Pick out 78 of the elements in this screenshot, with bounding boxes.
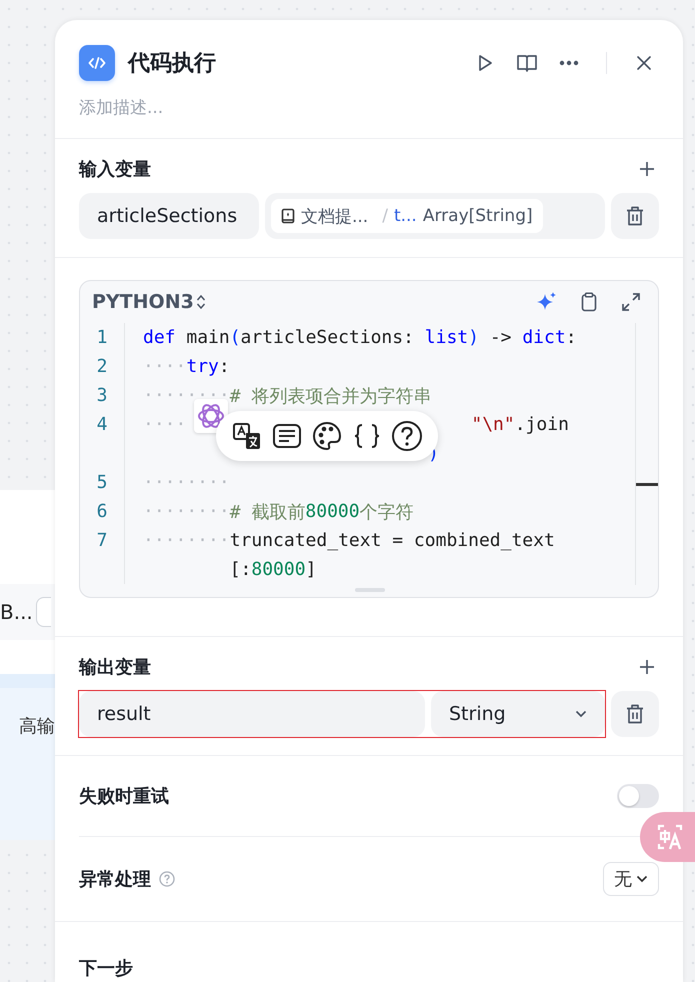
whitespace-marker: ···· bbox=[143, 356, 186, 378]
whitespace-marker: ········ bbox=[143, 530, 230, 552]
code-token: # 将列表项合并为字符串 bbox=[230, 384, 432, 408]
field-label: t... bbox=[394, 206, 417, 226]
variable-name-field[interactable]: result bbox=[79, 691, 425, 738]
section-title: 输出变量 bbox=[79, 656, 151, 680]
line-number: 5 bbox=[96, 472, 108, 494]
line-number: 4 bbox=[96, 414, 108, 436]
code-icon bbox=[79, 45, 115, 81]
path-separator: / bbox=[382, 206, 388, 226]
code-token: : bbox=[218, 356, 230, 378]
code-token: "\n" bbox=[471, 414, 515, 436]
node-text: 高输 bbox=[19, 715, 55, 739]
code-token: main bbox=[185, 327, 230, 348]
code-token: try bbox=[186, 356, 219, 378]
whitespace-marker: ········ bbox=[143, 501, 230, 522]
node-chip bbox=[36, 597, 51, 627]
code-token: 80000 bbox=[305, 501, 360, 522]
translate-icon bbox=[655, 822, 685, 852]
plus-icon bbox=[639, 659, 655, 676]
plus-icon bbox=[639, 161, 655, 178]
code-token: ] bbox=[306, 559, 316, 580]
code-token: : bbox=[566, 327, 577, 348]
line-number: 1 bbox=[96, 327, 108, 348]
line-number: 2 bbox=[96, 356, 108, 378]
trash-icon bbox=[626, 704, 644, 724]
help-icon bbox=[391, 420, 423, 452]
line-number: 7 bbox=[96, 530, 108, 552]
code-token: articleSections: bbox=[240, 327, 415, 348]
code-token: 个字符 bbox=[360, 500, 414, 524]
line-number: 6 bbox=[96, 501, 108, 522]
code-token: [: bbox=[230, 559, 252, 580]
code-token: dict bbox=[522, 327, 566, 348]
section-title: 输入变量 bbox=[79, 158, 151, 182]
document-icon bbox=[281, 208, 295, 224]
code-token: ) bbox=[468, 327, 479, 348]
translate-icon bbox=[232, 421, 262, 452]
chevron-down-icon bbox=[636, 874, 648, 883]
code-token: 80000 bbox=[251, 559, 306, 580]
type-label: Array[String] bbox=[422, 206, 533, 226]
help-icon bbox=[159, 870, 175, 887]
more-icon bbox=[559, 60, 579, 66]
language-selector[interactable]: PYTHON3 bbox=[92, 291, 194, 314]
help-button[interactable] bbox=[390, 419, 424, 454]
code-token: list bbox=[424, 327, 468, 348]
source-node-label: 文档提... bbox=[301, 206, 368, 228]
code-token: ( bbox=[230, 327, 241, 348]
code-token: .join bbox=[514, 414, 569, 436]
panel-title: 代码执行 bbox=[128, 50, 216, 78]
type-dropdown[interactable]: String bbox=[431, 691, 605, 738]
close-icon bbox=[636, 55, 652, 71]
error-handling-label: 异常处理 bbox=[79, 868, 151, 891]
book-icon bbox=[516, 53, 538, 73]
scrollbar[interactable] bbox=[635, 323, 658, 586]
expand-icon bbox=[621, 292, 641, 312]
whitespace-marker: ········ bbox=[143, 472, 230, 494]
code-token: def bbox=[143, 327, 176, 348]
line-number: 3 bbox=[96, 385, 108, 406]
delete-button[interactable] bbox=[611, 193, 659, 240]
trash-icon bbox=[626, 206, 644, 226]
palette-icon bbox=[312, 421, 342, 452]
code-token: truncated_text = combined_text bbox=[230, 530, 555, 552]
variable-name-field[interactable]: articleSections bbox=[79, 193, 259, 240]
code-token: # 截取前 bbox=[230, 500, 306, 524]
error-handling-dropdown[interactable]: 无 bbox=[603, 862, 659, 896]
clipboard-icon bbox=[581, 292, 597, 312]
delete-button[interactable] bbox=[611, 691, 659, 738]
whitespace-marker: ········ bbox=[143, 385, 230, 406]
next-step-label: 下一步 bbox=[79, 956, 133, 980]
variable-reference-field[interactable]: 文档提... / t... Array[String] bbox=[265, 193, 605, 240]
retry-toggle[interactable] bbox=[617, 784, 659, 808]
whitespace-marker: ···· bbox=[143, 414, 186, 436]
chevron-down-icon bbox=[575, 710, 587, 718]
retry-label: 失败时重试 bbox=[79, 785, 169, 808]
sort-icon bbox=[196, 294, 206, 310]
code-token: -> bbox=[488, 327, 512, 348]
description-field[interactable]: 添加描述... bbox=[79, 95, 659, 120]
node-label: B... bbox=[0, 600, 33, 624]
